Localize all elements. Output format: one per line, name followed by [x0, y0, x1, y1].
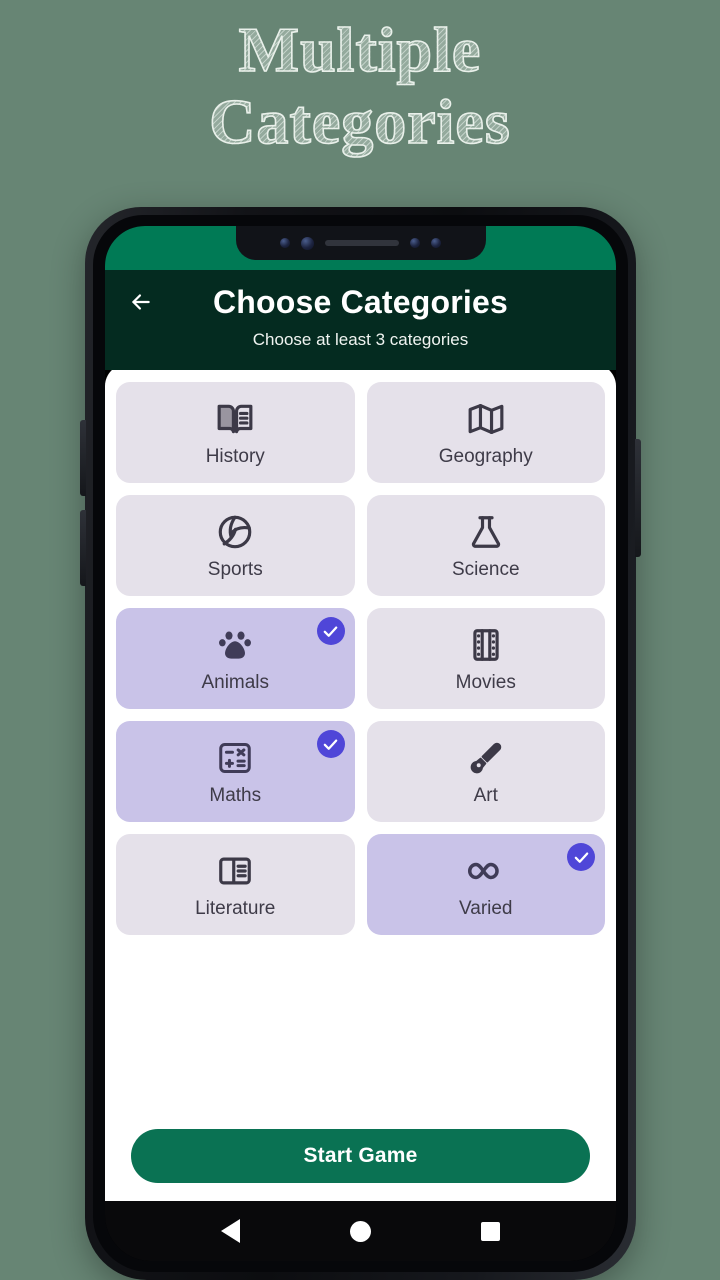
category-label: Maths: [209, 785, 262, 806]
check-icon: [323, 738, 338, 750]
promo-headline: Multiple Categories: [0, 13, 720, 158]
infinity-icon: [465, 851, 507, 891]
category-tile-maths[interactable]: Maths: [116, 721, 355, 822]
status-bar: [105, 226, 616, 270]
earpiece-speaker-icon: [325, 240, 399, 246]
film-strip-icon: [467, 625, 505, 665]
category-tile-movies[interactable]: Movies: [366, 608, 605, 709]
content-panel: History Geography Sports Science Animals…: [105, 364, 616, 1201]
volume-down-button[interactable]: [80, 510, 86, 586]
category-tile-geography[interactable]: Geography: [366, 382, 605, 483]
category-label: Movies: [455, 672, 516, 693]
category-tile-art[interactable]: Art: [366, 721, 605, 822]
recents-square-icon: [481, 1221, 501, 1241]
open-book-icon: [216, 399, 254, 439]
article-icon: [216, 851, 254, 891]
flask-icon: [467, 512, 505, 552]
promo-headline-line-2: Categories: [208, 85, 511, 158]
nav-back-button[interactable]: [206, 1207, 254, 1255]
phone-mockup: Choose Categories Choose at least 3 cate…: [80, 207, 641, 1280]
android-navigation-bar: [105, 1201, 616, 1261]
category-grid: History Geography Sports Science Animals…: [115, 382, 606, 935]
category-label: Varied: [458, 898, 513, 919]
category-label: Literature: [195, 898, 276, 919]
map-icon: [467, 399, 505, 439]
sensor-dot-icon: [280, 238, 290, 248]
calculator-icon: [216, 738, 254, 778]
check-icon: [574, 851, 588, 863]
notch: [235, 226, 486, 260]
power-button[interactable]: [635, 439, 641, 557]
front-camera-icon: [301, 236, 314, 250]
back-button[interactable]: [121, 282, 161, 322]
page-subtitle: Choose at least 3 categories: [252, 330, 469, 349]
page-title: Choose Categories: [212, 283, 509, 320]
sensor-dot-icon: [410, 238, 420, 248]
category-label: Geography: [438, 446, 533, 467]
cta-container: Start Game: [115, 1129, 606, 1201]
sensor-dot-icon: [431, 238, 441, 248]
nav-recents-button[interactable]: [467, 1207, 515, 1255]
header-row: Choose Categories: [105, 278, 616, 326]
paw-print-icon: [216, 625, 254, 665]
category-tile-varied[interactable]: Varied: [366, 834, 605, 935]
category-label: Science: [451, 559, 520, 580]
category-label: Animals: [201, 672, 270, 693]
category-label: Art: [473, 785, 498, 806]
phone-screen: Choose Categories Choose at least 3 cate…: [105, 226, 616, 1261]
selected-check-badge: [316, 617, 345, 645]
volleyball-icon: [216, 512, 254, 552]
category-tile-animals[interactable]: Animals: [116, 608, 355, 709]
check-icon: [323, 625, 338, 637]
category-tile-literature[interactable]: Literature: [116, 834, 355, 935]
arrow-left-icon: [132, 294, 150, 310]
home-circle-icon: [349, 1220, 371, 1242]
promo-headline-line-1: Multiple: [238, 13, 482, 86]
start-game-button[interactable]: Start Game: [131, 1129, 590, 1183]
volume-up-button[interactable]: [80, 420, 86, 496]
category-label: History: [205, 446, 265, 467]
app-header: Choose Categories Choose at least 3 cate…: [105, 270, 616, 370]
nav-home-button[interactable]: [336, 1207, 384, 1255]
category-tile-sports[interactable]: Sports: [116, 495, 355, 596]
category-tile-science[interactable]: Science: [366, 495, 605, 596]
category-label: Sports: [207, 559, 263, 580]
selected-check-badge: [316, 730, 345, 758]
selected-check-badge: [567, 843, 595, 871]
back-triangle-icon: [220, 1219, 240, 1243]
category-tile-history[interactable]: History: [116, 382, 355, 483]
paintbrush-icon: [467, 738, 505, 778]
